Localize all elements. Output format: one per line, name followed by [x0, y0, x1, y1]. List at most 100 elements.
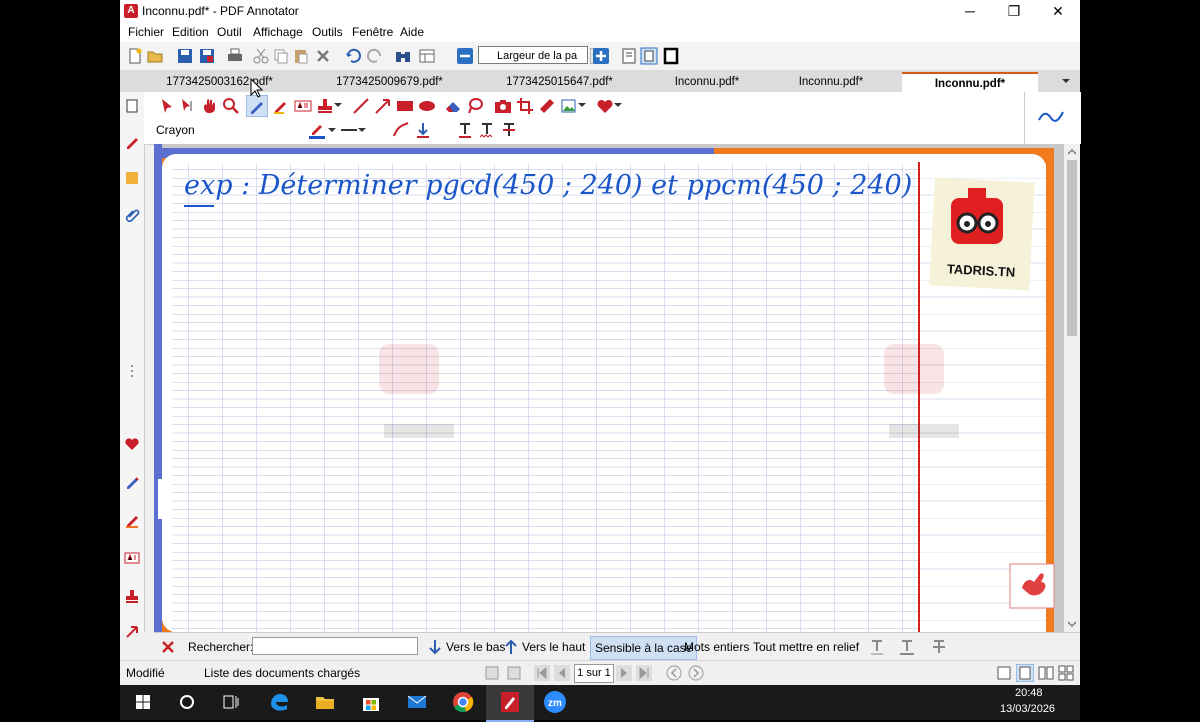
menu-outils[interactable]: Outils: [312, 25, 343, 39]
maximize-button[interactable]: ❐: [992, 0, 1036, 22]
ruler-tool-icon[interactable]: [538, 97, 556, 115]
text-strikeout-icon[interactable]: [500, 121, 518, 139]
select-text-icon[interactable]: [178, 97, 196, 115]
camera-tool-icon[interactable]: [494, 97, 512, 115]
vertical-scrollbar[interactable]: [1064, 144, 1080, 632]
search-up-button[interactable]: Vers le haut: [522, 640, 585, 654]
stamp-tool-icon[interactable]: [316, 97, 334, 115]
highlighter-icon[interactable]: [124, 512, 140, 528]
last-page-icon[interactable]: [636, 665, 652, 681]
undo-icon[interactable]: [344, 47, 362, 65]
pen-color-icon[interactable]: [308, 121, 326, 139]
file-explorer-icon[interactable]: [312, 689, 338, 715]
search-underline-icon[interactable]: [868, 638, 886, 656]
zoom-icon[interactable]: [222, 97, 240, 115]
view-single-icon[interactable]: [996, 665, 1012, 681]
hand-widget[interactable]: [1009, 563, 1055, 609]
back-icon[interactable]: [666, 665, 682, 681]
search-down-button[interactable]: Vers le bas: [446, 640, 505, 654]
cut-icon[interactable]: [252, 47, 270, 65]
search-icon[interactable]: [174, 689, 200, 715]
tab-document-3[interactable]: 1773425015647.pdf*: [482, 72, 637, 92]
close-search-icon[interactable]: [162, 641, 174, 653]
windows-start-icon[interactable]: [130, 689, 156, 715]
lasso-tool-icon[interactable]: [466, 97, 484, 115]
pressure-icon[interactable]: [414, 121, 432, 139]
layout-icon[interactable]: [418, 47, 436, 65]
first-page-icon[interactable]: [534, 665, 550, 681]
menu-outil[interactable]: Outil: [217, 25, 242, 39]
arrow-down-icon[interactable]: [428, 639, 442, 655]
zoom-out-icon[interactable]: [456, 47, 474, 65]
stamp-icon[interactable]: [124, 588, 140, 604]
marker-icon[interactable]: [124, 474, 140, 490]
highlighter-tool-icon[interactable]: [272, 97, 290, 115]
view-facing-icon[interactable]: [1038, 665, 1054, 681]
arrow-up-icon[interactable]: [504, 639, 518, 655]
tabs-dropdown-icon[interactable]: [1060, 75, 1072, 87]
zoom-in-icon[interactable]: [592, 47, 610, 65]
favorites-tool-icon[interactable]: [596, 97, 614, 115]
binoculars-icon[interactable]: [394, 47, 412, 65]
case-sensitive-toggle[interactable]: Sensible à la case: [590, 636, 698, 660]
smooth-stroke-icon[interactable]: [392, 121, 410, 139]
whole-words-toggle[interactable]: Mots entiers: [684, 640, 749, 654]
save-icon[interactable]: [176, 47, 194, 65]
taskbar-date[interactable]: 13/03/2026: [1000, 703, 1055, 715]
tab-document-4[interactable]: Inconnu.pdf*: [652, 72, 762, 92]
text-squiggly-icon[interactable]: [478, 121, 496, 139]
arrow-line-tool-icon[interactable]: [374, 97, 392, 115]
page-icon[interactable]: [124, 98, 140, 114]
line-width-icon[interactable]: [340, 121, 358, 139]
single-page-icon[interactable]: [620, 47, 638, 65]
search-strikeout-icon[interactable]: [930, 638, 948, 656]
pencil-tool-icon[interactable]: [246, 95, 268, 117]
scroll-down-icon[interactable]: [1068, 620, 1076, 628]
highlight-all-toggle[interactable]: Tout mettre en relief: [753, 640, 859, 654]
select-arrow-icon[interactable]: [158, 97, 176, 115]
view-continuous-icon[interactable]: [1016, 664, 1034, 682]
menu-aide[interactable]: Aide: [400, 25, 424, 39]
copy-icon[interactable]: [272, 47, 290, 65]
prev-page-icon[interactable]: [554, 665, 570, 681]
view-grid-icon[interactable]: [1058, 665, 1074, 681]
hand-tool-icon[interactable]: [200, 97, 218, 115]
line-tool-icon[interactable]: [352, 97, 370, 115]
attachment-icon[interactable]: [124, 206, 140, 222]
tab-document-6[interactable]: Inconnu.pdf*: [902, 72, 1038, 92]
rectangle-tool-icon[interactable]: [396, 97, 414, 115]
zoom-app-icon[interactable]: zm: [542, 689, 568, 715]
text-box-icon[interactable]: [124, 550, 140, 566]
menu-affichage[interactable]: Affichage: [253, 25, 303, 39]
open-folder-icon[interactable]: [146, 47, 164, 65]
text-underline-icon[interactable]: [456, 121, 474, 139]
task-view-icon[interactable]: [218, 689, 244, 715]
width-dropdown-icon[interactable]: [358, 126, 366, 134]
menu-fenetre[interactable]: Fenêtre: [352, 25, 393, 39]
stamp-dropdown-icon[interactable]: [334, 101, 342, 109]
pdf-annotator-icon[interactable]: [497, 689, 523, 715]
image-tool-icon[interactable]: [560, 97, 578, 115]
scroll-up-icon[interactable]: [1068, 148, 1076, 156]
tab-document-2[interactable]: 1773425009679.pdf*: [312, 72, 467, 92]
doc-list-alt-icon[interactable]: [506, 665, 522, 681]
fullscreen-icon[interactable]: [662, 47, 680, 65]
delete-icon[interactable]: [314, 47, 332, 65]
doc-list-icon[interactable]: [484, 665, 500, 681]
search-squiggly-icon[interactable]: [898, 638, 916, 656]
zoom-mode-select[interactable]: Largeur de la pa: [478, 46, 588, 64]
note-icon[interactable]: [124, 170, 140, 186]
image-dropdown-icon[interactable]: [578, 101, 586, 109]
edge-browser-icon[interactable]: [266, 689, 292, 715]
print-icon[interactable]: [226, 47, 244, 65]
menu-edition[interactable]: Edition: [172, 25, 209, 39]
redo-icon[interactable]: [366, 47, 384, 65]
store-icon[interactable]: [358, 689, 384, 715]
paste-icon[interactable]: [292, 47, 310, 65]
mail-icon[interactable]: [404, 689, 430, 715]
chrome-icon[interactable]: [450, 689, 476, 715]
eraser-tool-icon[interactable]: [444, 97, 462, 115]
search-input[interactable]: [252, 637, 418, 655]
minimize-button[interactable]: ─: [948, 0, 992, 22]
text-tool-icon[interactable]: [294, 97, 312, 115]
